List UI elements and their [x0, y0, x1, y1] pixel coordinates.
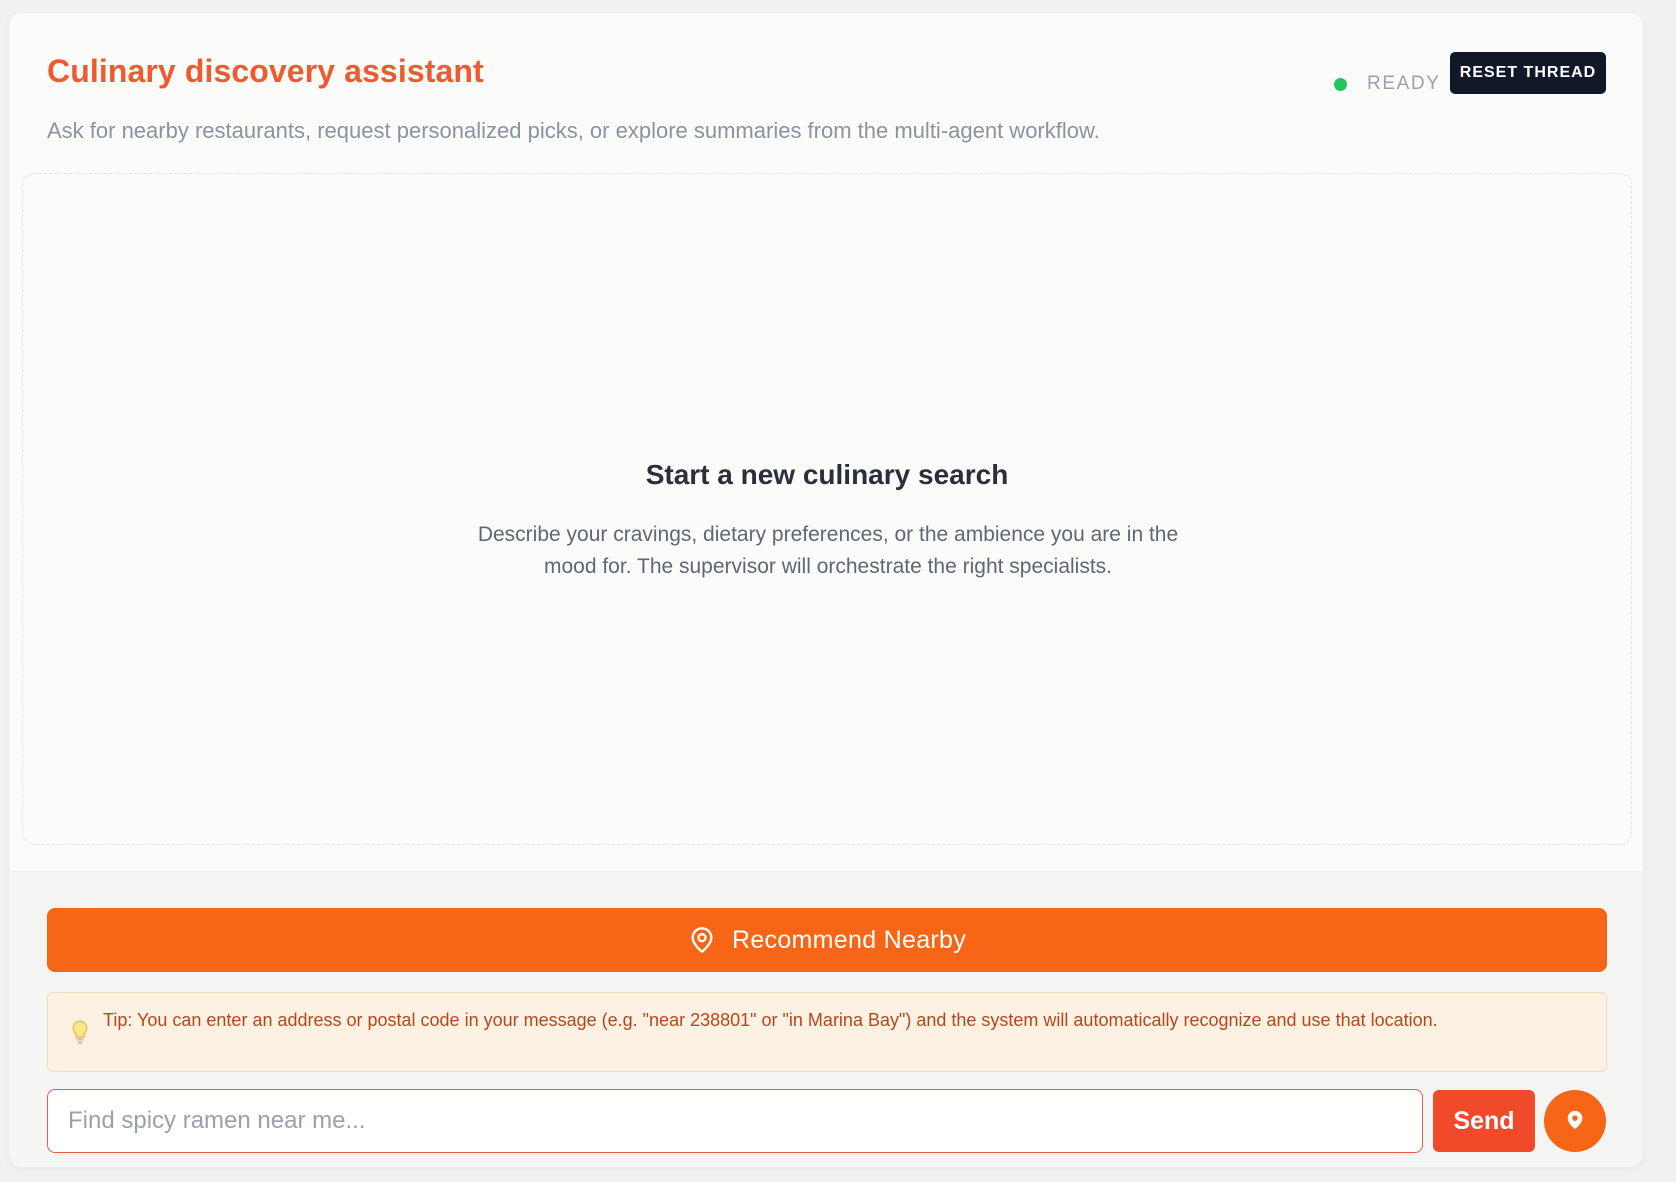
- composer-footer: Recommend Nearby Tip: You can enter an a…: [9, 871, 1643, 1167]
- tip-text: Tip: You can enter an address or postal …: [103, 1010, 1438, 1030]
- conversation-area: Start a new culinary search Describe you…: [22, 173, 1632, 845]
- tip-banner: Tip: You can enter an address or postal …: [47, 992, 1607, 1072]
- status-indicator: READY: [1334, 64, 1440, 104]
- page-subtitle: Ask for nearby restaurants, request pers…: [47, 118, 1100, 143]
- use-location-button[interactable]: [1544, 1090, 1606, 1152]
- page-title: Culinary discovery assistant: [47, 53, 484, 89]
- empty-state-description: Describe your cravings, dietary preferen…: [477, 523, 1179, 578]
- map-pin-filled-icon: [1564, 1108, 1586, 1135]
- lightbulb-icon: [70, 1019, 90, 1047]
- recommend-nearby-label: Recommend Nearby: [731, 925, 967, 954]
- header: Culinary discovery assistant Ask for nea…: [9, 13, 1643, 173]
- status-dot-icon: [1334, 77, 1347, 91]
- chat-panel: Culinary discovery assistant Ask for nea…: [8, 12, 1644, 1168]
- recommend-nearby-button[interactable]: Recommend Nearby: [47, 908, 1607, 972]
- message-input[interactable]: [47, 1089, 1423, 1153]
- send-button[interactable]: Send: [1433, 1090, 1535, 1152]
- map-pin-outline-icon: [688, 926, 716, 954]
- reset-thread-button[interactable]: RESET THREAD: [1450, 52, 1606, 94]
- status-text: READY: [1367, 73, 1441, 94]
- empty-state-title: Start a new culinary search: [645, 459, 1009, 490]
